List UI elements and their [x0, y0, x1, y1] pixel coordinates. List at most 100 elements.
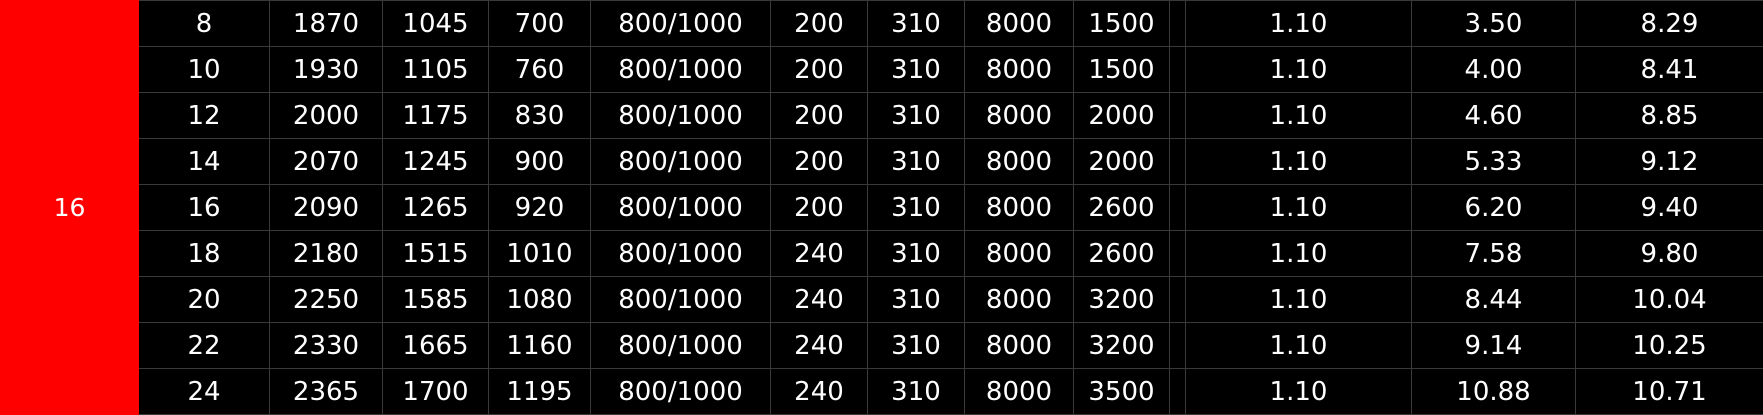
table-cell: 8000	[965, 1, 1074, 47]
table-cell: 2330	[270, 323, 383, 369]
table-cell: 1105	[383, 47, 489, 93]
table-cell: 14	[139, 139, 270, 185]
table-cell: 800/1000	[591, 323, 771, 369]
table-cell: 7.58	[1412, 231, 1576, 277]
table-cell: 1.10	[1186, 231, 1412, 277]
table-cell: 310	[868, 1, 965, 47]
table-cell: 310	[868, 139, 965, 185]
table-cell: 240	[771, 323, 868, 369]
table-cell: 240	[771, 277, 868, 323]
table-row: 18 2180 1515 1010 800/1000 240 310 8000 …	[1, 231, 1763, 277]
table-row: 16 8 1870 1045 700 800/1000 200 310 8000…	[1, 1, 1763, 47]
spec-table: 16 8 1870 1045 700 800/1000 200 310 8000…	[0, 0, 1763, 415]
table-cell: 2000	[1074, 93, 1170, 139]
table-cell: 2600	[1074, 185, 1170, 231]
table-cell: 1.10	[1186, 1, 1412, 47]
table-cell: 2000	[1074, 139, 1170, 185]
table-cell: 12	[139, 93, 270, 139]
spacer-cell	[1170, 1, 1186, 47]
table-cell: 10	[139, 47, 270, 93]
table-cell: 1665	[383, 323, 489, 369]
table-cell: 1.10	[1186, 277, 1412, 323]
table-cell: 1245	[383, 139, 489, 185]
table-cell: 1870	[270, 1, 383, 47]
table-cell: 800/1000	[591, 185, 771, 231]
table-cell: 1.10	[1186, 323, 1412, 369]
table-cell: 10.04	[1576, 277, 1763, 323]
table-cell: 2180	[270, 231, 383, 277]
table-cell: 8000	[965, 277, 1074, 323]
table-cell: 800/1000	[591, 93, 771, 139]
spacer-cell	[1170, 323, 1186, 369]
table-cell: 3200	[1074, 323, 1170, 369]
table-cell: 240	[771, 231, 868, 277]
table-row: 10 1930 1105 760 800/1000 200 310 8000 1…	[1, 47, 1763, 93]
spacer-cell	[1170, 185, 1186, 231]
table-cell: 6.20	[1412, 185, 1576, 231]
table-cell: 9.14	[1412, 323, 1576, 369]
table-cell: 310	[868, 185, 965, 231]
table-cell: 1265	[383, 185, 489, 231]
table-cell: 2600	[1074, 231, 1170, 277]
spacer-cell	[1170, 93, 1186, 139]
table-cell: 200	[771, 185, 868, 231]
table-cell: 2250	[270, 277, 383, 323]
table-cell: 200	[771, 93, 868, 139]
table-cell: 3.50	[1412, 1, 1576, 47]
table-cell: 4.00	[1412, 47, 1576, 93]
table-cell: 310	[868, 277, 965, 323]
group-label-cell: 16	[1, 1, 139, 415]
table-cell: 8000	[965, 323, 1074, 369]
table-cell: 310	[868, 231, 965, 277]
table-cell: 800/1000	[591, 1, 771, 47]
spacer-cell	[1170, 231, 1186, 277]
spacer-cell	[1170, 139, 1186, 185]
table-cell: 18	[139, 231, 270, 277]
table-cell: 200	[771, 1, 868, 47]
table-cell: 900	[489, 139, 591, 185]
spacer-cell	[1170, 277, 1186, 323]
table-cell: 2000	[270, 93, 383, 139]
table-row: 14 2070 1245 900 800/1000 200 310 8000 2…	[1, 139, 1763, 185]
table-cell: 8000	[965, 231, 1074, 277]
table-cell: 22	[139, 323, 270, 369]
table-cell: 1175	[383, 93, 489, 139]
table-cell: 1045	[383, 1, 489, 47]
table-cell: 1515	[383, 231, 489, 277]
table-row: 22 2330 1665 1160 800/1000 240 310 8000 …	[1, 323, 1763, 369]
table-cell: 1010	[489, 231, 591, 277]
table-cell: 8.85	[1576, 93, 1763, 139]
table-cell: 8.29	[1576, 1, 1763, 47]
table-cell: 8000	[965, 47, 1074, 93]
table-cell: 4.60	[1412, 93, 1576, 139]
table-cell: 1930	[270, 47, 383, 93]
table-cell: 9.80	[1576, 231, 1763, 277]
table-cell: 8000	[965, 185, 1074, 231]
table-cell: 800/1000	[591, 277, 771, 323]
table-cell: 1.10	[1186, 185, 1412, 231]
table-cell: 20	[139, 277, 270, 323]
table-cell: 10.25	[1576, 323, 1763, 369]
table-row: 16 2090 1265 920 800/1000 200 310 8000 2…	[1, 185, 1763, 231]
table-cell: 8.44	[1412, 277, 1576, 323]
table-cell: 200	[771, 47, 868, 93]
table-row: 20 2250 1585 1080 800/1000 240 310 8000 …	[1, 277, 1763, 323]
table-cell: 3200	[1074, 277, 1170, 323]
table-row: 12 2000 1175 830 800/1000 200 310 8000 2…	[1, 93, 1763, 139]
table-cell: 1500	[1074, 1, 1170, 47]
table-cell: 8000	[965, 139, 1074, 185]
spacer-cell	[1170, 47, 1186, 93]
spec-table-body: 16 8 1870 1045 700 800/1000 200 310 8000…	[1, 1, 1763, 415]
table-cell: 8.41	[1576, 47, 1763, 93]
table-cell: 800/1000	[591, 139, 771, 185]
table-cell: 9.12	[1576, 139, 1763, 185]
table-cell: 1160	[489, 323, 591, 369]
table-cell: 200	[771, 139, 868, 185]
table-cell: 1.10	[1186, 93, 1412, 139]
table-cell: 1585	[383, 277, 489, 323]
table-cell: 310	[868, 47, 965, 93]
table-cell: 310	[868, 93, 965, 139]
table-cell: 16	[139, 185, 270, 231]
table-cell: 700	[489, 1, 591, 47]
table-cell: 1.10	[1186, 139, 1412, 185]
